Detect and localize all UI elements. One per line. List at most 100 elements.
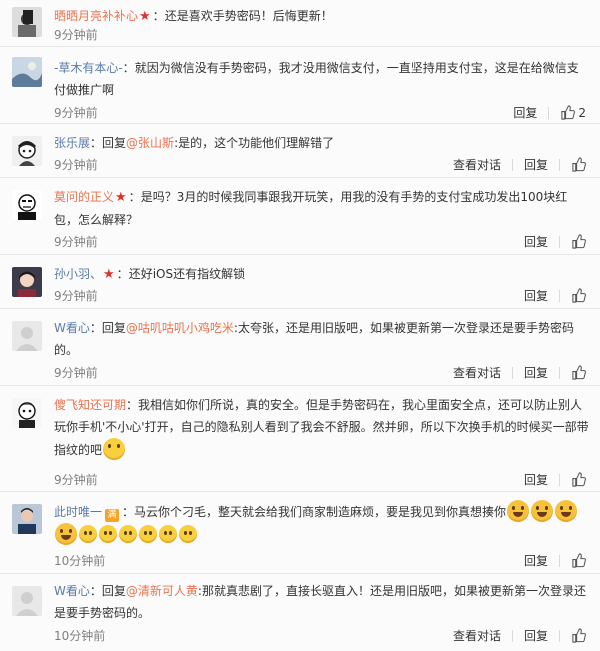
avatar[interactable] (12, 267, 42, 297)
comment-actions: 回复 (524, 233, 586, 250)
username-link[interactable]: 孙小羽、 (54, 267, 102, 281)
username-link[interactable]: -草木有本心- (54, 61, 123, 75)
view-dialog-button[interactable]: 查看对话 (453, 627, 501, 644)
reply-button[interactable]: 回复 (524, 233, 548, 250)
comment-body: W看心：回复@咕叽咕叽小鸡吃米:太夸张，还是用旧版吧，如果被更新第一次登录还是要… (54, 321, 574, 357)
comment-actions: 回复 2 (513, 104, 586, 121)
comment-text: 马云你个刁毛，整天就会给我们商家制造麻烦，要是我见到你真想揍你 (134, 505, 507, 519)
thumbs-up-icon (572, 157, 586, 172)
divider (559, 158, 560, 171)
divider (559, 289, 560, 302)
mention-link[interactable]: @张山斯 (126, 136, 174, 150)
avatar[interactable] (12, 190, 42, 220)
username-link[interactable]: W看心 (54, 321, 90, 335)
star-icon: ★ (139, 9, 151, 24)
like-button[interactable] (571, 628, 586, 643)
timestamp: 10分钟前 (54, 629, 106, 643)
comment-item: 莫问的正义★ ：是吗？3月的时候我同事跟我开玩笑，用我的没有手势的支付宝成功发出1… (0, 178, 600, 255)
timestamp: 9分钟前 (54, 106, 98, 120)
divider (559, 554, 560, 567)
comment-item: -草木有本心-：就因为微信没有手势密码，我才没用微信支付，一直坚持用支付宝，这是… (0, 47, 600, 124)
reply-button[interactable]: 回复 (513, 104, 537, 121)
username-link[interactable]: 此时唯一 (54, 505, 102, 519)
mention-link[interactable]: @咕叽咕叽小鸡吃米 (126, 321, 234, 335)
star-icon: ★ (115, 190, 127, 205)
reply-button[interactable]: 回复 (524, 471, 548, 488)
avatar[interactable] (12, 7, 42, 37)
comment-actions: 查看对话 回复 (453, 364, 586, 381)
like-button[interactable] (571, 365, 586, 380)
reply-button[interactable]: 回复 (524, 364, 548, 381)
crying-emoji-icon (555, 500, 578, 522)
comment-text: :是的，这个功能他们理解错了 (174, 136, 335, 150)
comment-item: W看心：回复@咕叽咕叽小鸡吃米:太夸张，还是用旧版吧，如果被更新第一次登录还是要… (0, 309, 600, 386)
like-button[interactable] (571, 553, 586, 568)
like-count: 2 (578, 105, 586, 120)
username-link[interactable]: 晒晒月亮补补心 (54, 9, 138, 23)
divider (559, 473, 560, 486)
smile-emoji-icon (179, 525, 197, 543)
timestamp: 9分钟前 (54, 235, 98, 249)
avatar[interactable] (12, 136, 42, 166)
comment-actions: 回复 (524, 552, 586, 569)
star-icon: ★ (103, 267, 115, 282)
like-button[interactable] (571, 288, 586, 303)
comment-body: W看心：回复@清新可人黄:那就真悲剧了，直接长驱直入！还是用旧版吧，如果被更新第… (54, 584, 586, 620)
divider (559, 366, 560, 379)
avatar[interactable] (12, 57, 42, 87)
username-link[interactable]: 傻飞知还可期 (54, 398, 126, 412)
divider (548, 106, 550, 119)
view-dialog-button[interactable]: 查看对话 (453, 156, 501, 173)
crying-emoji-icon (531, 500, 554, 522)
reply-button[interactable]: 回复 (524, 287, 548, 304)
comment-item: 孙小羽、★ ：还好iOS还有指纹解锁 9分钟前 回复 (0, 255, 600, 309)
divider (559, 629, 560, 642)
thumbs-up-icon (572, 288, 586, 303)
comment-body: 晒晒月亮补补心★ ：还是喜欢手势密码！后悔更新！ (54, 5, 590, 28)
avatar[interactable] (12, 321, 42, 351)
thumbs-up-icon (572, 472, 586, 487)
thumbs-up-icon (561, 105, 576, 120)
comment-item: 张乐展：回复@张山斯:是的，这个功能他们理解错了 9分钟前 查看对话 回复 (0, 124, 600, 178)
reply-button[interactable]: 回复 (524, 156, 548, 173)
member-badge-icon: 满 (105, 509, 120, 522)
like-button[interactable]: 2 (560, 105, 586, 120)
comment-item: 傻飞知还可期：我相信如你们所说，真的安全。但是手势密码在，我心里面安全点，还可以… (0, 386, 600, 492)
comment-body: 傻飞知还可期：我相信如你们所说，真的安全。但是手势密码在，我心里面安全点，还可以… (54, 394, 590, 461)
timestamp: 9分钟前 (54, 366, 98, 380)
avatar[interactable] (12, 586, 42, 616)
thumbs-up-icon (572, 553, 586, 568)
smile-emoji-icon (159, 525, 177, 543)
timestamp: 9分钟前 (54, 28, 98, 42)
reply-button[interactable]: 回复 (524, 627, 548, 644)
divider (511, 366, 513, 379)
comment-text: 还是喜欢手势密码！后悔更新！ (164, 9, 333, 23)
divider (511, 158, 513, 171)
username-link[interactable]: 张乐展 (54, 136, 90, 150)
mention-link[interactable]: @清新可人黄 (126, 584, 198, 598)
cat-emoji-icon (103, 438, 126, 460)
comment-actions: 回复 (524, 471, 586, 488)
crying-emoji-icon (55, 523, 77, 545)
comment-text: 还好iOS还有指纹解锁 (128, 267, 246, 281)
avatar[interactable] (12, 398, 42, 428)
username-link[interactable]: 莫问的正义 (54, 190, 114, 204)
thumbs-up-icon (572, 628, 586, 643)
like-button[interactable] (571, 157, 586, 172)
comment-body: -草木有本心-：就因为微信没有手势密码，我才没用微信支付，一直坚持用支付宝，这是… (54, 61, 579, 97)
thumbs-up-icon (572, 365, 586, 380)
comment-actions: 查看对话 回复 (453, 627, 586, 644)
username-link[interactable]: W看心 (54, 584, 90, 598)
like-button[interactable] (571, 472, 586, 487)
smile-emoji-icon (119, 525, 137, 543)
smile-emoji-icon (99, 525, 117, 543)
comment-body: 莫问的正义★ ：是吗？3月的时候我同事跟我开玩笑，用我的没有手势的支付宝成功发出1… (54, 186, 590, 231)
comment-actions: 查看对话 回复 (453, 156, 586, 173)
like-button[interactable] (571, 234, 586, 249)
view-dialog-button[interactable]: 查看对话 (453, 364, 501, 381)
comment-body: 此时唯一满：马云你个刁毛，整天就会给我们商家制造麻烦，要是我见到你真想揍你 (54, 500, 590, 546)
avatar[interactable] (12, 504, 42, 534)
reply-button[interactable]: 回复 (524, 552, 548, 569)
smile-emoji-icon (79, 525, 97, 543)
smile-emoji-icon (139, 525, 157, 543)
